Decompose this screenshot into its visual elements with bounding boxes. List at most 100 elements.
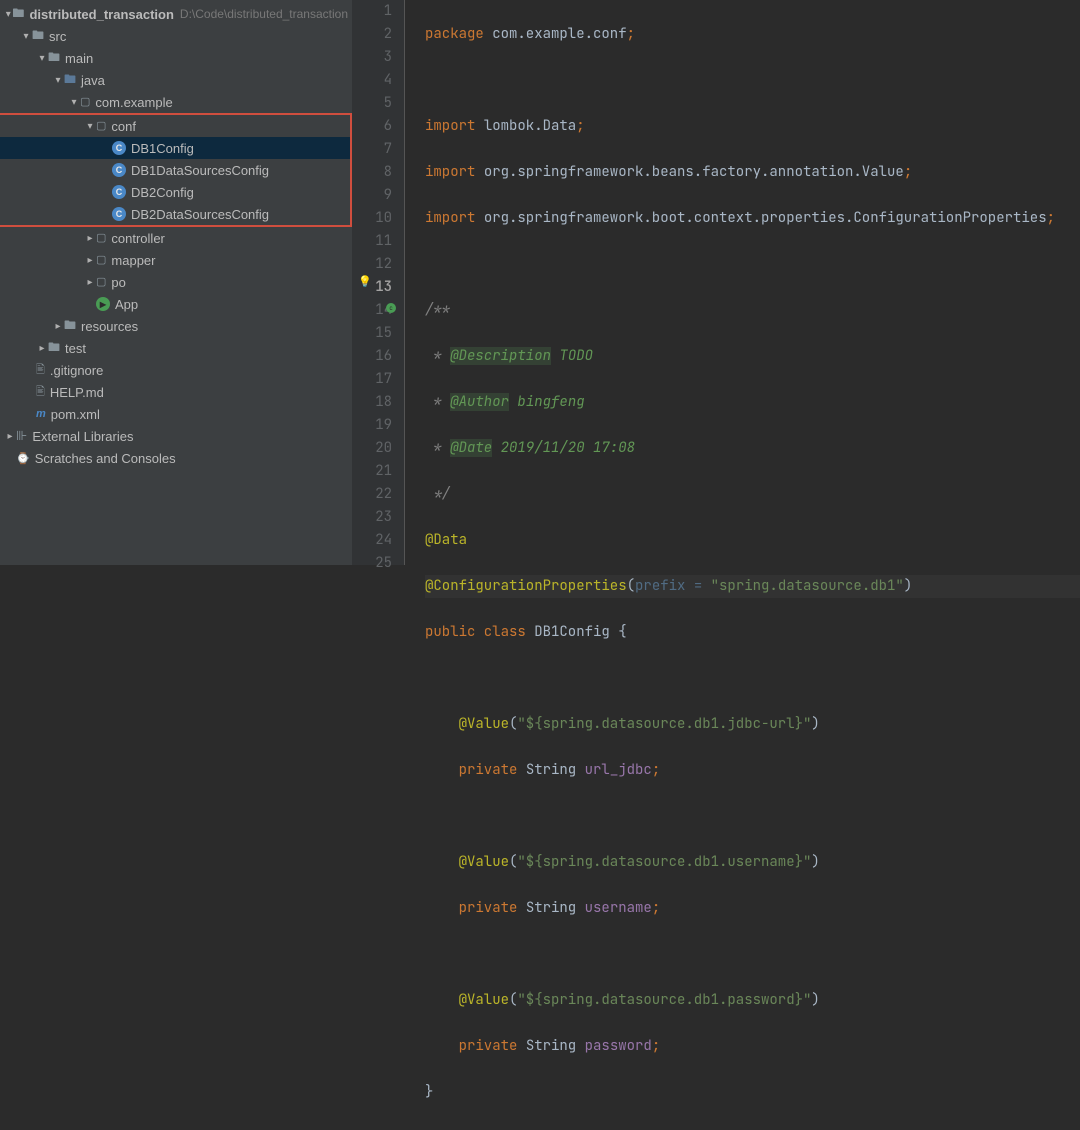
tree-label: HELP.md xyxy=(50,385,104,400)
folder-icon xyxy=(12,4,24,25)
expand-icon[interactable] xyxy=(36,53,48,64)
expand-icon[interactable] xyxy=(36,343,48,354)
line-number: 25 xyxy=(352,552,392,575)
code-line-current: @ConfigurationProperties(prefix = "sprin… xyxy=(425,575,1080,598)
tree-item-java[interactable]: java xyxy=(0,69,352,91)
line-number: 5 xyxy=(352,92,392,115)
tree-item-conf[interactable]: ▢ conf xyxy=(0,115,350,137)
expand-icon[interactable] xyxy=(52,75,64,86)
code-line: @Value("${spring.datasource.db1.jdbc-url… xyxy=(425,713,1080,736)
expand-icon[interactable] xyxy=(84,233,96,244)
expand-icon[interactable] xyxy=(84,277,96,288)
run-icon: ▶ xyxy=(96,297,110,311)
code-line xyxy=(425,943,1080,966)
line-number: 7 xyxy=(352,138,392,161)
tree-root[interactable]: distributed_transaction D:\Code\distribu… xyxy=(0,3,352,25)
code-line xyxy=(425,805,1080,828)
tree-item-app[interactable]: ▶ App xyxy=(0,293,352,315)
tree-label: distributed_transaction xyxy=(29,7,173,22)
tree-label: po xyxy=(111,275,125,290)
tree-item-pom[interactable]: m pom.xml xyxy=(0,403,352,425)
tree-item-src[interactable]: src xyxy=(0,25,352,47)
file-icon: 🖹 xyxy=(36,361,45,380)
code-editor[interactable]: 1 2 3 4 5 6 7 8 9 10 11 12 13 14c 15 16 … xyxy=(352,0,1080,565)
expand-icon[interactable] xyxy=(4,9,12,20)
code-line: package com.example.conf; xyxy=(425,23,1080,46)
tree-label: pom.xml xyxy=(51,407,100,422)
line-number: 10 xyxy=(352,207,392,230)
line-number: 1 xyxy=(352,0,392,23)
line-number: 9 xyxy=(352,184,392,207)
code-line: private String url_jdbc; xyxy=(425,759,1080,782)
tree-item-gitignore[interactable]: 🖹 .gitignore xyxy=(0,359,352,381)
line-number: 2 xyxy=(352,23,392,46)
expand-icon[interactable] xyxy=(84,255,96,266)
tree-label: Scratches and Consoles xyxy=(35,451,176,466)
package-icon: ▢ xyxy=(96,231,106,244)
code-line xyxy=(425,253,1080,276)
tree-item-test[interactable]: test xyxy=(0,337,352,359)
tree-item-mapper[interactable]: ▢ mapper xyxy=(0,249,352,271)
tree-label: App xyxy=(115,297,138,312)
code-line: private String username; xyxy=(425,897,1080,920)
folder-icon xyxy=(32,26,44,47)
tree-item-db1ds[interactable]: C DB1DataSourcesConfig xyxy=(0,159,350,181)
tree-item-main[interactable]: main xyxy=(0,47,352,69)
tree-path: D:\Code\distributed_transaction xyxy=(180,7,348,21)
line-number: 19 xyxy=(352,414,392,437)
tree-label: java xyxy=(81,73,105,88)
tree-label: controller xyxy=(111,231,164,246)
package-icon: ▢ xyxy=(96,119,106,132)
line-number: 20 xyxy=(352,437,392,460)
expand-icon[interactable] xyxy=(84,121,96,132)
tree-item-package[interactable]: ▢ com.example xyxy=(0,91,352,113)
code-line xyxy=(425,667,1080,690)
lightbulb-icon[interactable]: 💡 xyxy=(358,275,372,288)
class-icon: C xyxy=(112,185,126,199)
tree-item-resources[interactable]: resources xyxy=(0,315,352,337)
tree-item-db2config[interactable]: C DB2Config xyxy=(0,181,350,203)
folder-icon xyxy=(48,48,60,69)
expand-icon[interactable] xyxy=(20,31,32,42)
line-number: 11 xyxy=(352,230,392,253)
tree-item-extlibs[interactable]: ⊪ External Libraries xyxy=(0,425,352,447)
tree-label: DB2Config xyxy=(131,185,194,200)
expand-icon[interactable] xyxy=(4,431,16,442)
tree-label: DB1Config xyxy=(131,141,194,156)
line-number: 8 xyxy=(352,161,392,184)
line-number: 12 xyxy=(352,253,392,276)
line-number: 18 xyxy=(352,391,392,414)
line-number: 24 xyxy=(352,529,392,552)
class-icon: C xyxy=(112,207,126,221)
line-number: 14c xyxy=(352,299,392,322)
tree-item-po[interactable]: ▢ po xyxy=(0,271,352,293)
line-number: 15 xyxy=(352,322,392,345)
folder-icon xyxy=(64,70,76,91)
tree-item-help[interactable]: 🖹 HELP.md xyxy=(0,381,352,403)
project-tree[interactable]: distributed_transaction D:\Code\distribu… xyxy=(0,0,352,565)
line-number: 17 xyxy=(352,368,392,391)
tree-label: com.example xyxy=(95,95,172,110)
tree-item-db2ds[interactable]: C DB2DataSourcesConfig xyxy=(0,203,350,225)
file-icon: 🖹 xyxy=(36,383,45,402)
code-line: import lombok.Data; xyxy=(425,115,1080,138)
scratch-icon: ⌚ xyxy=(16,452,30,465)
tree-label: .gitignore xyxy=(50,363,103,378)
tree-item-controller[interactable]: ▢ controller xyxy=(0,227,352,249)
code-line: import org.springframework.boot.context.… xyxy=(425,207,1080,230)
expand-icon[interactable] xyxy=(52,321,64,332)
code-line: @Data xyxy=(425,529,1080,552)
expand-icon[interactable] xyxy=(68,97,80,108)
package-icon: ▢ xyxy=(96,253,106,266)
code-line: */ xyxy=(425,483,1080,506)
tree-item-db1config[interactable]: C DB1Config xyxy=(0,137,350,159)
package-icon: ▢ xyxy=(96,275,106,288)
tree-label: test xyxy=(65,341,86,356)
code-line: private String password; xyxy=(425,1035,1080,1058)
line-number: 3 xyxy=(352,46,392,69)
code-content[interactable]: package com.example.conf; import lombok.… xyxy=(405,0,1080,565)
tree-item-scratches[interactable]: ⌚ Scratches and Consoles xyxy=(0,447,352,469)
gutter-run-icon: c xyxy=(386,303,396,313)
tree-label: DB1DataSourcesConfig xyxy=(131,163,269,178)
maven-icon: m xyxy=(36,408,46,420)
